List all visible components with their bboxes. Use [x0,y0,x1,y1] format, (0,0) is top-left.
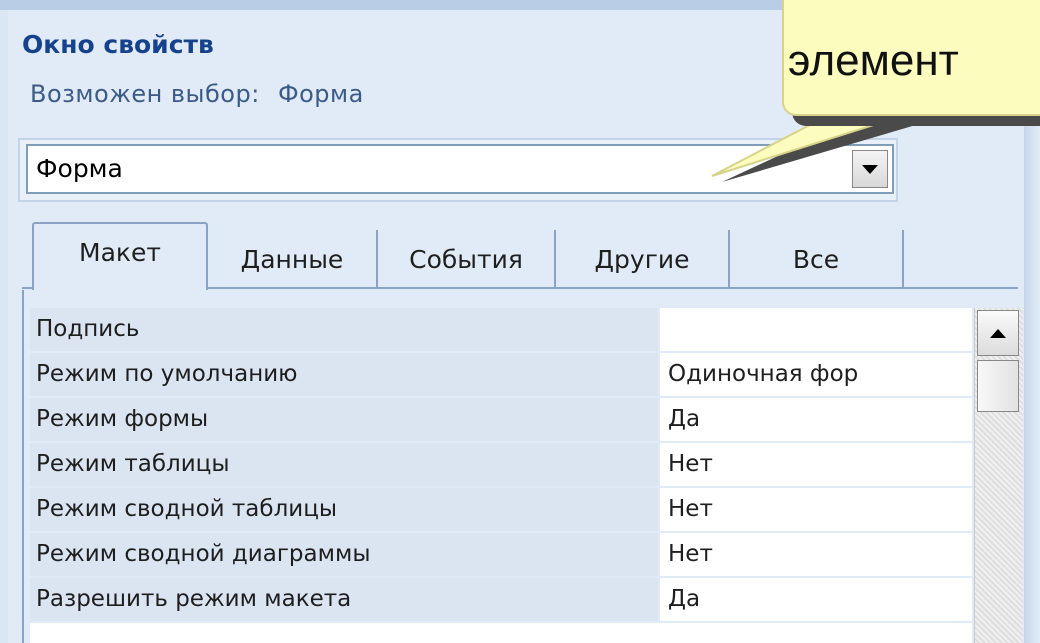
callout-layer: элемент [0,0,1040,643]
callout-text: элемент [788,36,959,85]
